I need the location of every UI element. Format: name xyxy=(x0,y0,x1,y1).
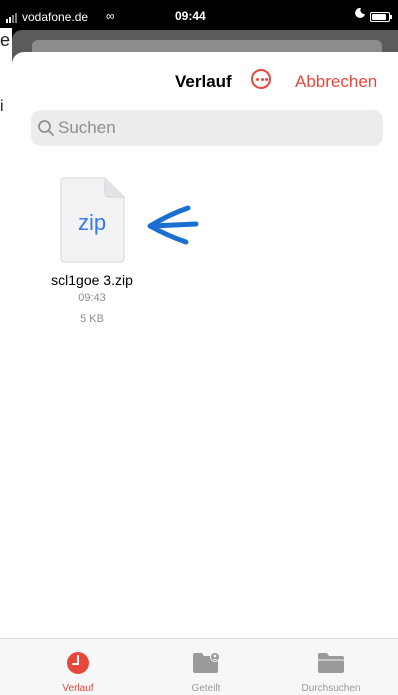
browse-sheet: Verlauf Abbrechen Suchen zip scl1goe 3.z… xyxy=(12,52,398,695)
moon-icon xyxy=(355,8,365,18)
battery-icon xyxy=(370,12,392,22)
cancel-button[interactable]: Abbrechen xyxy=(295,72,377,92)
tab-label: Geteilt xyxy=(191,683,221,694)
status-time: 09:44 xyxy=(175,9,206,23)
tab-label: Verlauf xyxy=(62,683,94,694)
link-icon: ∞ xyxy=(106,9,115,23)
tab-geteilt[interactable]: Geteilt xyxy=(156,639,256,695)
magnifier-icon xyxy=(38,120,54,136)
shared-folder-icon xyxy=(193,652,220,673)
file-name: scl1goe 3.zip xyxy=(51,272,133,288)
screen: vodafone.de ∞ 09:44 e i Verlauf Abbreche… xyxy=(0,0,398,695)
signal-icon xyxy=(6,13,17,23)
clock-icon xyxy=(67,652,89,674)
tab-label: Durchsuchen xyxy=(301,683,361,694)
tab-durchsuchen[interactable]: Durchsuchen xyxy=(281,639,381,695)
tab-bar: Verlauf Geteilt Durchsuchen xyxy=(0,638,398,695)
background-char: i xyxy=(0,98,4,115)
status-bar: vodafone.de ∞ 09:44 xyxy=(0,0,398,34)
carrier-name: vodafone.de xyxy=(22,10,89,24)
file-extension-label: zip xyxy=(77,210,107,235)
background-app-edge: e i xyxy=(0,28,12,638)
folder-icon xyxy=(318,653,344,673)
background-char: e xyxy=(0,30,11,50)
search-field[interactable]: Suchen xyxy=(31,110,383,146)
file-size: 5 KB xyxy=(80,313,104,325)
page-title: Verlauf xyxy=(175,72,232,91)
tab-verlauf[interactable]: Verlauf xyxy=(28,639,128,695)
file-time: 09:43 xyxy=(78,292,106,304)
blue-arrow-icon xyxy=(147,205,199,245)
ellipsis-circle-icon[interactable] xyxy=(251,69,271,89)
search-placeholder: Suchen xyxy=(58,118,116,137)
